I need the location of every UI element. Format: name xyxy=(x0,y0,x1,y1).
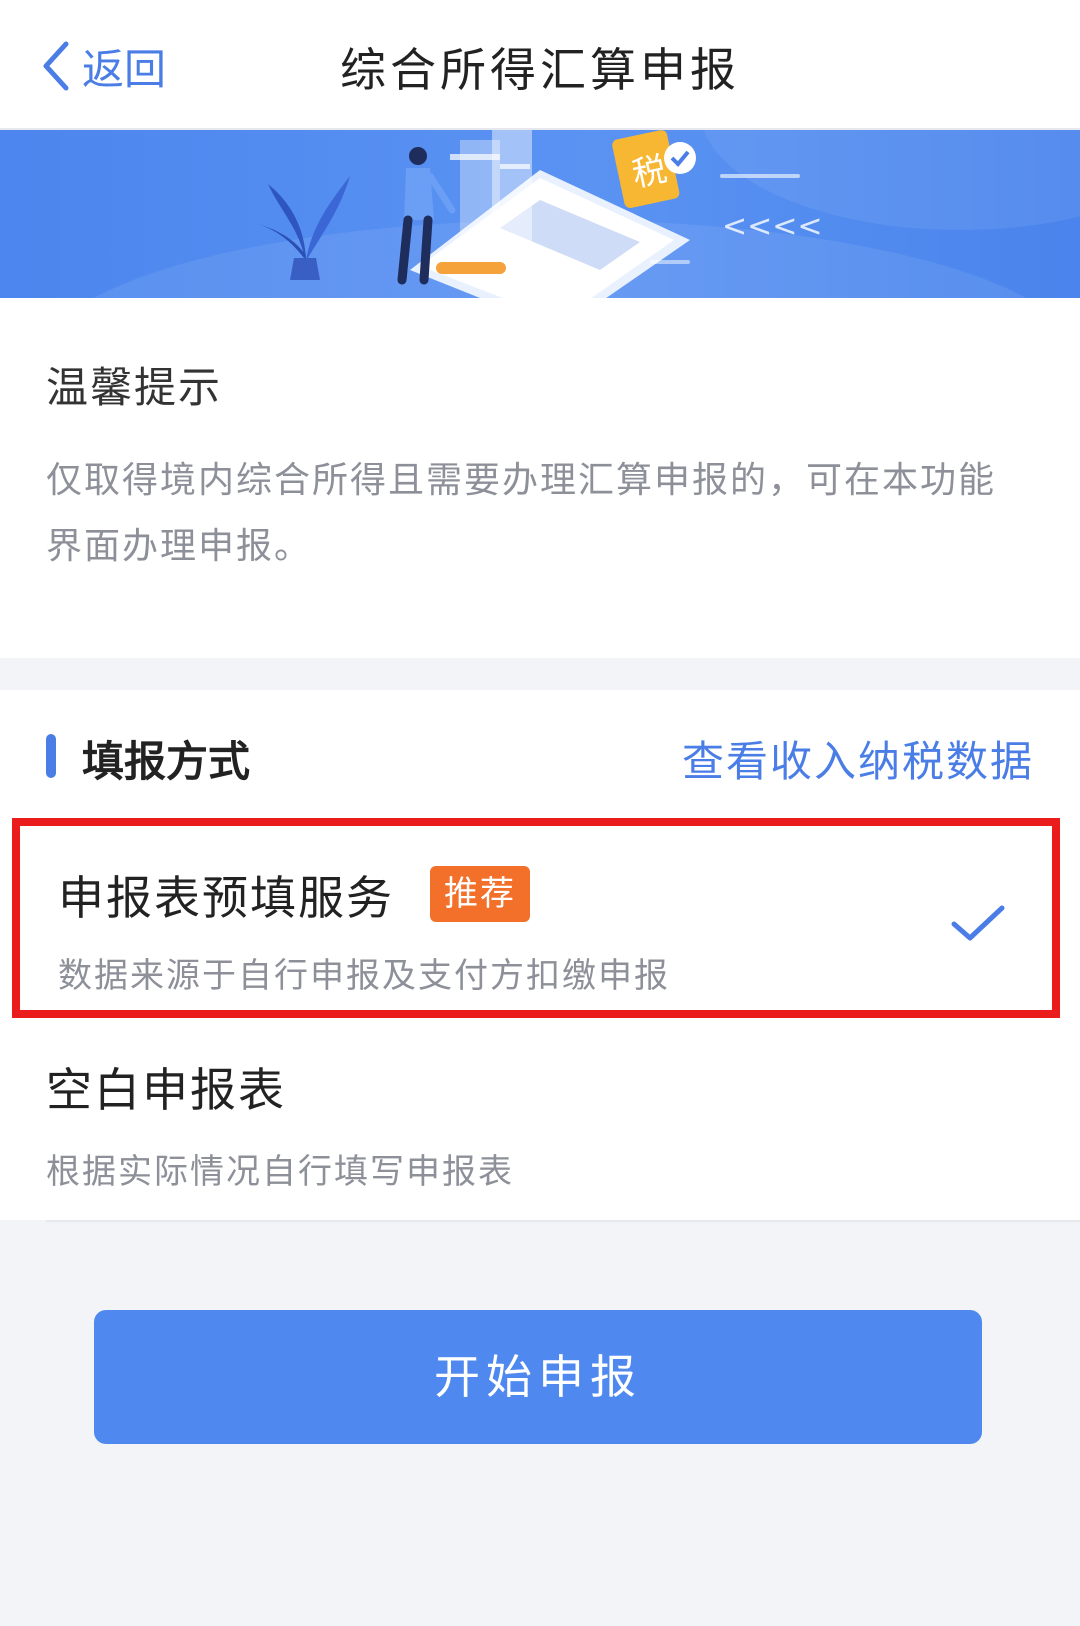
option-title: 申报表预填服务 xyxy=(58,871,394,925)
checkmark-icon xyxy=(951,905,1005,941)
option-title: 空白申报表 xyxy=(46,1063,286,1117)
tax-tag-icon: 税 xyxy=(612,130,696,208)
divider xyxy=(46,1220,1080,1222)
filing-method-section: 填报方式 查看收入纳税数据 申报表预填服务 推荐 数据来源于自行申报及支付方扣缴… xyxy=(0,690,1080,1222)
view-income-tax-data-link[interactable]: 查看收入纳税数据 xyxy=(682,728,1034,789)
hero-banner: 税 <<<< xyxy=(0,130,1080,298)
tips-body: 仅取得境内综合所得且需要办理汇算申报的，可在本功能界面办理申报。 xyxy=(46,460,997,567)
recommended-badge: 推荐 xyxy=(430,866,530,922)
section-title: 填报方式 xyxy=(82,737,251,786)
tax-illustration: 税 <<<< xyxy=(93,130,1080,298)
section-accent-bar xyxy=(46,734,56,778)
top-bar: 返回 综合所得汇算申报 xyxy=(0,0,1080,130)
tips-title: 温馨提示 xyxy=(46,363,223,412)
page-title: 综合所得汇算申报 xyxy=(340,43,740,97)
option-subtitle: 根据实际情况自行填写申报表 xyxy=(46,1152,514,1192)
option-blank-form[interactable]: 空白申报表 根据实际情况自行填写申报表 xyxy=(0,1020,1080,1215)
banner-arrows: <<<< xyxy=(722,209,823,244)
tips-card: 温馨提示 仅取得境内综合所得且需要办理汇算申报的，可在本功能界面办理申报。 xyxy=(0,298,1080,658)
option-subtitle: 数据来源于自行申报及支付方扣缴申报 xyxy=(58,956,670,996)
start-filing-button[interactable]: 开始申报 xyxy=(94,1310,982,1444)
option-prefill-service[interactable]: 申报表预填服务 推荐 数据来源于自行申报及支付方扣缴申报 xyxy=(12,818,1060,1018)
